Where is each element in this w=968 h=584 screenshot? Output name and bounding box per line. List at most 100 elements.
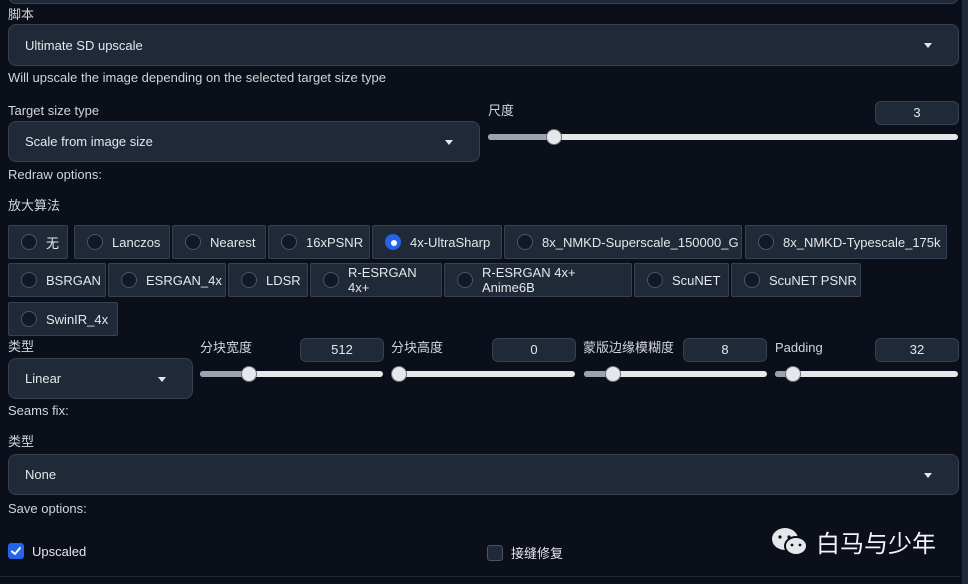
padding-label: Padding <box>775 340 823 355</box>
scale-slider-thumb[interactable] <box>545 129 562 145</box>
upscaler-option-label: SwinIR_4x <box>46 311 109 327</box>
script-value: Ultimate SD upscale <box>25 37 143 53</box>
target-size-value: Scale from image size <box>25 134 153 149</box>
upscaler-option-none[interactable]: 无 <box>8 225 68 259</box>
bottom-divider <box>0 576 968 577</box>
target-size-label: Target size type <box>8 103 100 118</box>
radio-icon <box>281 234 297 250</box>
upscaler-option-label: 无 <box>46 235 60 251</box>
tile-width-label: 分块宽度 <box>200 340 253 355</box>
upscaler-option-4x-ultrasharp[interactable]: 4x-UltraSharp <box>372 225 502 259</box>
upscaler-option-label: 4x-UltraSharp <box>410 234 491 250</box>
padding-number-input[interactable]: 32 <box>875 338 959 362</box>
watermark-text: 白马与少年 <box>816 530 936 558</box>
upscaler-label: 放大算法 <box>8 198 61 213</box>
seams-fix-checkbox-row[interactable]: 接缝修复 <box>487 543 563 562</box>
upscaler-option-scunet[interactable]: ScuNET <box>634 263 729 297</box>
upscaler-option-label: BSRGAN <box>46 272 101 288</box>
tile-width-slider-thumb[interactable] <box>241 366 258 382</box>
chevron-down-icon <box>158 376 166 382</box>
upscaler-option-nearest[interactable]: Nearest <box>172 225 266 259</box>
mask-blur-slider-thumb[interactable] <box>605 366 622 382</box>
radio-icon <box>241 272 257 288</box>
scrollbar-thumb[interactable] <box>962 0 968 584</box>
scale-slider-fill <box>488 134 554 140</box>
scale-label: 尺度 <box>488 103 515 118</box>
upscaler-option-label: R-ESRGAN 4x+ Anime6B <box>482 265 576 295</box>
type-dropdown[interactable]: Linear <box>8 358 193 399</box>
upscaler-option-label: Nearest <box>210 234 256 250</box>
tile-width-slider[interactable] <box>200 366 383 382</box>
seams-fix-checkbox[interactable] <box>487 544 503 561</box>
type-value: Linear <box>25 371 62 386</box>
upscaler-option-label: LDSR <box>266 272 301 288</box>
radio-icon <box>21 311 37 327</box>
script-dropdown[interactable]: Ultimate SD upscale <box>8 24 959 66</box>
script-description: Will upscale the image depending on the … <box>8 70 386 85</box>
radio-icon <box>121 272 137 288</box>
scrollbar[interactable] <box>960 0 968 584</box>
upscaler-option-r-esrgan-4x-anime6b[interactable]: R-ESRGAN 4x+ Anime6B <box>444 263 632 297</box>
upscaled-label: Upscaled <box>32 543 87 559</box>
radio-icon <box>517 234 533 250</box>
script-label: 脚本 <box>8 7 35 22</box>
radio-icon <box>323 272 339 288</box>
upscaler-option-scunet-psnr[interactable]: ScuNET PSNR <box>731 263 861 297</box>
upscaler-option-label: 8x_NMKD-Typescale_175k <box>783 234 941 250</box>
radio-icon <box>185 234 201 250</box>
upscaler-option-label: 16xPSNR <box>306 234 364 250</box>
radio-selected-icon <box>385 234 401 250</box>
upscaler-option-swinir-4x[interactable]: SwinIR_4x <box>8 302 118 336</box>
top-panel-edge <box>8 0 959 4</box>
wechat-icon <box>772 527 808 556</box>
tile-height-slider[interactable] <box>391 366 575 382</box>
chevron-down-icon <box>924 43 932 48</box>
upscaler-option-r-esrgan-4x[interactable]: R-ESRGAN 4x+ <box>310 263 442 297</box>
scale-number-input[interactable]: 3 <box>875 101 959 125</box>
upscaler-option-label: R-ESRGAN 4x+ <box>348 265 417 295</box>
chevron-down-icon <box>924 472 932 478</box>
upscaler-option-bsrgan[interactable]: BSRGAN <box>8 263 106 297</box>
upscaler-option-lanczos[interactable]: Lanczos <box>74 225 170 259</box>
tile-width-number-input[interactable]: 512 <box>300 338 384 362</box>
wechat-watermark: 白马与少年 <box>770 524 936 559</box>
seams-fix-label: Seams fix: <box>8 403 69 418</box>
chevron-down-icon <box>445 139 453 145</box>
tile-height-number-input[interactable]: 0 <box>492 338 576 362</box>
upscaler-option-label: ESRGAN_4x <box>146 272 222 288</box>
scale-slider[interactable] <box>488 129 958 145</box>
radio-icon <box>21 272 37 288</box>
mask-blur-slider[interactable] <box>584 366 767 382</box>
checkmark-icon <box>11 547 21 555</box>
upscaler-option-label: 8x_NMKD-Superscale_150000_G <box>542 234 739 250</box>
radio-icon <box>87 234 103 250</box>
seams-fix-type-label: 类型 <box>8 434 35 449</box>
upscaled-checkbox[interactable] <box>8 543 24 559</box>
tile-height-label: 分块高度 <box>391 340 444 355</box>
upscaled-checkbox-row[interactable]: Upscaled <box>8 543 86 559</box>
upscaler-option-label: ScuNET <box>672 272 721 288</box>
upscaler-option-16xpsnr[interactable]: 16xPSNR <box>268 225 370 259</box>
upscaler-option-esrgan-4x[interactable]: ESRGAN_4x <box>108 263 226 297</box>
upscaler-option-8x-nmkd-typescale[interactable]: 8x_NMKD-Typescale_175k <box>745 225 947 259</box>
mask-blur-label: 蒙版边缘模糊度 <box>583 340 675 355</box>
upscaler-option-8x-nmkd-superscale[interactable]: 8x_NMKD-Superscale_150000_G <box>504 225 742 259</box>
padding-slider[interactable] <box>775 366 958 382</box>
seams-fix-type-value: None <box>25 467 57 482</box>
tile-height-slider-thumb[interactable] <box>391 366 408 382</box>
mask-blur-number-input[interactable]: 8 <box>683 338 767 362</box>
upscaler-option-label: Lanczos <box>112 234 161 250</box>
radio-icon <box>744 272 760 288</box>
radio-icon <box>457 272 473 288</box>
seams-fix-checkbox-label: 接缝修复 <box>511 546 564 561</box>
upscaler-option-ldsr[interactable]: LDSR <box>228 263 308 297</box>
seams-fix-type-dropdown[interactable]: None <box>8 454 959 495</box>
save-options-label: Save options: <box>8 501 87 516</box>
redraw-options-label: Redraw options: <box>8 167 102 182</box>
type-label: 类型 <box>8 339 35 354</box>
target-size-dropdown[interactable]: Scale from image size <box>8 121 480 162</box>
padding-slider-thumb[interactable] <box>785 366 802 382</box>
radio-icon <box>21 234 37 250</box>
radio-icon <box>758 234 774 250</box>
radio-icon <box>647 272 663 288</box>
